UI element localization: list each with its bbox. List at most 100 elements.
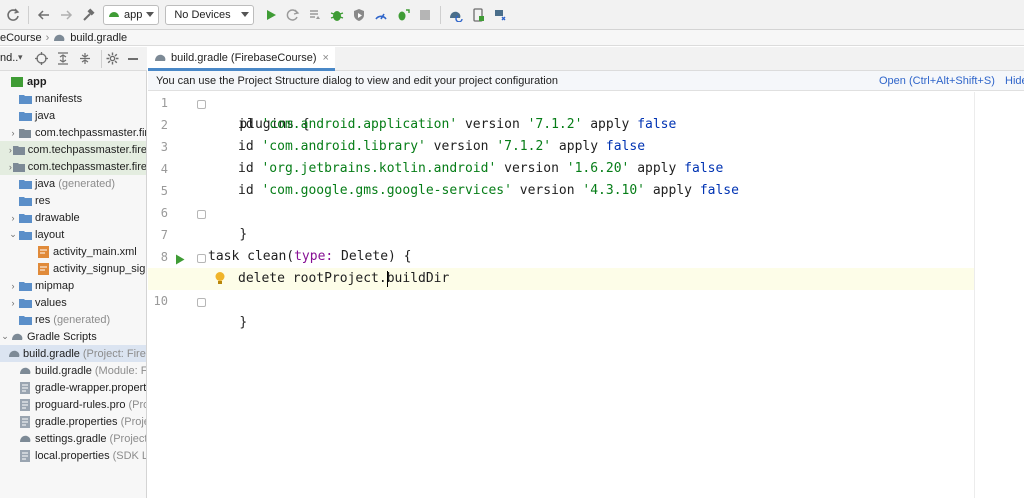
- code-token: id: [238, 139, 262, 154]
- line-number: 4: [160, 162, 168, 176]
- tree-item-label: local.properties: [35, 449, 110, 462]
- open-project-structure-link[interactable]: Open (Ctrl+Alt+Shift+S): [879, 75, 995, 87]
- attach-debugger-icon[interactable]: [392, 4, 414, 26]
- chevron-down-icon[interactable]: ⌄: [0, 331, 10, 342]
- build-hammer-icon[interactable]: [77, 4, 99, 26]
- sync-icon[interactable]: [2, 4, 24, 26]
- gradle-elephant-icon: [154, 53, 167, 63]
- apply-code-changes-icon[interactable]: [304, 4, 326, 26]
- tree-item[interactable]: ⌄ Gradle Scripts: [0, 328, 97, 345]
- sync-gradle-icon[interactable]: [445, 4, 467, 26]
- chevron-right-icon[interactable]: ›: [8, 128, 18, 138]
- tree-item[interactable]: java: [0, 107, 55, 124]
- tree-item-label: activity_main.xml: [53, 245, 137, 258]
- code-editor[interactable]: plugins { id 'com.android.application' v…: [148, 92, 974, 498]
- code-line-4: id 'org.jetbrains.kotlin.android' versio…: [238, 158, 723, 180]
- tree-item[interactable]: res: [0, 192, 50, 209]
- tree-item-label: drawable: [35, 211, 80, 224]
- line-number: 5: [160, 184, 168, 198]
- fold-marker-icon[interactable]: [197, 100, 206, 109]
- tree-item[interactable]: manifests: [0, 90, 82, 107]
- chevron-right-icon[interactable]: ›: [8, 298, 18, 308]
- tree-item[interactable]: gradle.properties(Project Pr: [0, 413, 146, 430]
- device-manager-icon[interactable]: [467, 4, 489, 26]
- tree-item[interactable]: build.gradle(Module: Fireba: [0, 362, 146, 379]
- gradle-elephant-icon: [53, 33, 66, 43]
- tree-item-label: manifests: [35, 92, 83, 105]
- device-select[interactable]: No Devices: [165, 4, 254, 25]
- tree-item[interactable]: java (generated): [0, 175, 115, 192]
- tree-item[interactable]: app: [0, 73, 47, 90]
- tree-item[interactable]: › values: [0, 294, 67, 311]
- code-token: version: [425, 139, 497, 154]
- toolbar-separator: [28, 5, 29, 24]
- tree-item[interactable]: › drawable: [0, 209, 80, 226]
- collapse-all-icon[interactable]: [79, 52, 91, 68]
- back-icon[interactable]: [33, 4, 55, 26]
- tree-item[interactable]: settings.gradle(Project Sett: [0, 430, 147, 447]
- breadcrumb-project[interactable]: eCourse: [0, 32, 42, 44]
- tree-item-secondary: (generated): [58, 177, 116, 190]
- sdk-manager-icon[interactable]: [489, 4, 511, 26]
- line-number: 6: [160, 206, 168, 220]
- hide-notice-link[interactable]: Hide: [1005, 75, 1024, 87]
- close-icon[interactable]: ×: [323, 52, 329, 64]
- tree-item-secondary: (Project Sett: [109, 432, 147, 445]
- locate-file-icon[interactable]: [35, 52, 48, 68]
- tree-item[interactable]: › mipmap: [0, 277, 75, 294]
- run-with-coverage-icon[interactable]: [348, 4, 370, 26]
- code-token: id: [238, 161, 262, 176]
- tree-item[interactable]: › com.techpassmaster.fire: [0, 158, 146, 175]
- forward-icon[interactable]: [55, 4, 77, 26]
- tree-item[interactable]: › com.techpassmaster.fire: [0, 124, 147, 141]
- tab-build-gradle[interactable]: build.gradle (FirebaseCourse) ×: [148, 47, 335, 71]
- hide-panel-icon[interactable]: [128, 58, 138, 60]
- run-configuration-select[interactable]: app: [103, 4, 160, 25]
- code-token: 'com.google.gms.google-services': [261, 183, 512, 198]
- gear-icon[interactable]: [106, 52, 119, 68]
- tree-item-label: values: [35, 296, 67, 309]
- chevron-down-icon[interactable]: ⌄: [8, 229, 18, 240]
- tree-item-label: gradle-wrapper.properties: [35, 381, 147, 394]
- chevron-down-icon[interactable]: ▾: [18, 52, 23, 63]
- properties-icon: [18, 449, 32, 462]
- breadcrumb-file[interactable]: build.gradle: [70, 32, 127, 44]
- fold-marker-icon[interactable]: [197, 254, 206, 263]
- gradle-file-icon: [8, 348, 20, 360]
- chevron-right-icon[interactable]: ›: [8, 213, 18, 223]
- tree-item[interactable]: ⌄ layout: [0, 226, 64, 243]
- line-number: 3: [160, 140, 168, 154]
- tree-item[interactable]: build.gradle(Project: Fireba: [0, 345, 146, 362]
- tree-item[interactable]: activity_signup_signi: [0, 260, 147, 277]
- fold-marker-icon[interactable]: [197, 210, 206, 219]
- tree-item[interactable]: res (generated): [0, 311, 110, 328]
- stop-icon[interactable]: [414, 4, 436, 26]
- editor-scrollbar[interactable]: [1010, 92, 1024, 498]
- tree-item[interactable]: proguard-rules.pro(ProGua: [0, 396, 146, 413]
- expand-all-icon[interactable]: [57, 52, 69, 68]
- tree-item[interactable]: gradle-wrapper.properties(: [0, 379, 147, 396]
- properties-icon: [18, 398, 32, 411]
- lightbulb-icon[interactable]: [214, 271, 226, 289]
- tree-item-label: activity_signup_signi: [53, 262, 147, 275]
- debug-icon[interactable]: [326, 4, 348, 26]
- tree-item-label: Gradle Scripts: [27, 330, 97, 343]
- properties-icon: [18, 415, 32, 428]
- apply-changes-icon[interactable]: [282, 4, 304, 26]
- chevron-right-icon[interactable]: ›: [8, 281, 18, 291]
- tree-item[interactable]: local.properties(SDK Locati: [0, 447, 146, 464]
- project-view-select[interactable]: nd..: [0, 52, 18, 64]
- project-tree: app manifests java › com.techpassmaster.fire…: [0, 71, 147, 498]
- folder-icon: [18, 212, 32, 224]
- code-token: delete rootProject.: [238, 271, 387, 286]
- code-token: apply: [629, 161, 685, 176]
- tree-item[interactable]: activity_main.xml: [0, 243, 137, 260]
- profile-icon[interactable]: [370, 4, 392, 26]
- fold-marker-icon[interactable]: [197, 298, 206, 307]
- tree-item[interactable]: › com.techpassmaster.fire: [0, 141, 146, 158]
- xml-icon: [36, 245, 50, 258]
- run-gutter-icon[interactable]: [175, 254, 185, 268]
- device-label: No Devices: [174, 8, 231, 21]
- run-icon[interactable]: [260, 4, 282, 26]
- tree-item-secondary: (Project: Fireba: [82, 347, 146, 360]
